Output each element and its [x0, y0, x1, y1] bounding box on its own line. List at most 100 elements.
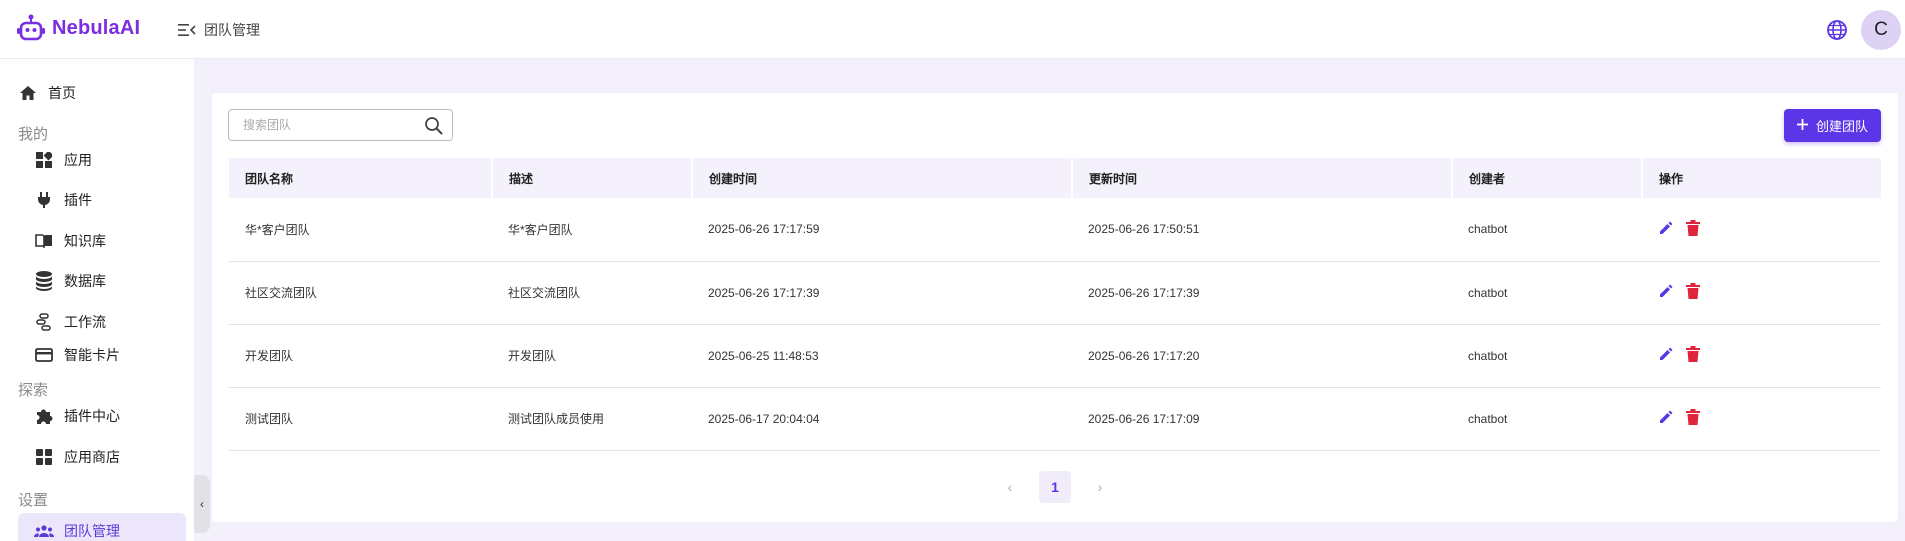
updated-time-cell: 2025-06-26 17:17:20 — [1072, 324, 1452, 388]
delete-icon[interactable] — [1686, 346, 1700, 365]
home-icon — [18, 83, 38, 103]
description-cell: 社区交流团队 — [492, 261, 692, 325]
table-row: 社区交流团队 社区交流团队 2025-06-26 17:17:39 2025-0… — [229, 261, 1881, 325]
brand-logo[interactable]: NebulaAI — [16, 13, 140, 43]
sidebar-group-settings: 设置 — [18, 492, 49, 509]
search-input[interactable] — [229, 110, 409, 140]
puzzle-icon — [34, 406, 54, 426]
delete-icon[interactable] — [1686, 409, 1700, 428]
actions-cell — [1642, 324, 1881, 388]
sidebar-item-plugins[interactable]: 插件 — [34, 190, 92, 210]
sidebar-item-label: 工作流 — [64, 314, 106, 330]
brand-name: NebulaAI — [52, 16, 141, 39]
avatar[interactable]: C — [1861, 10, 1901, 50]
team-list-card: 创建团队 团队名称 描述 创建时间 更新时间 创建者 操作 华*客户团队 华*客… — [212, 93, 1898, 522]
table-row: 华*客户团队 华*客户团队 2025-06-26 17:17:59 2025-0… — [229, 198, 1881, 262]
created-time-cell: 2025-06-26 17:17:39 — [692, 261, 1072, 325]
column-header-creator: 创建者 — [1452, 158, 1643, 198]
sidebar-item-apps[interactable]: 应用 — [34, 150, 92, 170]
chevron-right-icon[interactable]: › — [1091, 479, 1109, 495]
search-icon[interactable] — [424, 116, 444, 141]
sidebar-item-label: 应用 — [64, 152, 92, 168]
book-icon — [34, 231, 54, 251]
team-name-cell: 开发团队 — [229, 324, 492, 388]
database-icon — [34, 271, 54, 291]
sidebar-item-knowledge[interactable]: 知识库 — [34, 231, 106, 251]
column-header-actions: 操作 — [1642, 158, 1881, 198]
chevron-left-icon[interactable]: ‹ — [1001, 479, 1019, 495]
sidebar-item-plugin-center[interactable]: 插件中心 — [34, 406, 120, 426]
updated-time-cell: 2025-06-26 17:50:51 — [1072, 198, 1452, 262]
sidebar-item-label: 插件中心 — [64, 408, 120, 424]
table-header-row: 团队名称 描述 创建时间 更新时间 创建者 操作 — [229, 158, 1881, 198]
sidebar-item-workflow[interactable]: 工作流 — [34, 312, 106, 332]
language-switch[interactable] — [1826, 19, 1848, 46]
team-name-cell: 华*客户团队 — [229, 198, 492, 262]
description-cell: 华*客户团队 — [492, 198, 692, 262]
description-cell: 测试团队成员使用 — [492, 387, 692, 451]
actions-cell — [1642, 387, 1881, 451]
chevron-left-icon: ‹ — [200, 497, 204, 511]
top-bar: NebulaAI 团队管理 C — [0, 0, 1905, 59]
workflow-icon — [34, 312, 54, 332]
page-button-current[interactable]: 1 — [1039, 471, 1071, 503]
sidebar-item-label: 团队管理 — [64, 523, 120, 539]
grid-icon — [34, 447, 54, 467]
column-header-description: 描述 — [492, 158, 693, 198]
team-name-cell: 社区交流团队 — [229, 261, 492, 325]
sidebar-item-label: 智能卡片 — [64, 347, 120, 363]
plug-icon — [34, 190, 54, 210]
sidebar-item-database[interactable]: 数据库 — [34, 271, 106, 291]
edit-icon[interactable] — [1658, 409, 1674, 428]
creator-cell: chatbot — [1452, 387, 1642, 451]
table-row: 开发团队 开发团队 2025-06-25 11:48:53 2025-06-26… — [229, 324, 1881, 388]
team-name-cell: 测试团队 — [229, 387, 492, 451]
sidebar-item-label: 插件 — [64, 192, 92, 208]
sidebar-item-label: 知识库 — [64, 233, 106, 249]
updated-time-cell: 2025-06-26 17:17:39 — [1072, 261, 1452, 325]
actions-cell — [1642, 261, 1881, 325]
search-box[interactable] — [228, 109, 453, 141]
create-team-button[interactable]: 创建团队 — [1784, 109, 1881, 142]
sidebar-item-label: 数据库 — [64, 273, 106, 289]
breadcrumb: 团队管理 — [204, 22, 260, 38]
apps-icon — [34, 150, 54, 170]
globe-icon[interactable] — [1826, 19, 1848, 41]
sidebar-collapse-button[interactable]: ‹ — [194, 475, 210, 533]
sidebar-item-label: 首页 — [48, 85, 76, 101]
creator-cell: chatbot — [1452, 324, 1642, 388]
sidebar-group-mine: 我的 — [18, 126, 49, 143]
column-header-name: 团队名称 — [229, 158, 493, 198]
robot-logo-icon — [17, 14, 45, 41]
sidebar-item-label: 应用商店 — [64, 449, 120, 465]
creator-cell: chatbot — [1452, 261, 1642, 325]
sidebar-item-smart-card[interactable]: 智能卡片 — [34, 345, 120, 365]
actions-cell — [1642, 198, 1881, 262]
plus-icon — [1796, 118, 1808, 133]
menu-collapse-icon[interactable] — [178, 23, 196, 37]
edit-icon[interactable] — [1658, 346, 1674, 365]
pagination: ‹ 1 › — [212, 471, 1898, 503]
creator-cell: chatbot — [1452, 198, 1642, 262]
sidebar-item-home[interactable]: 首页 — [18, 83, 76, 103]
created-time-cell: 2025-06-25 11:48:53 — [692, 324, 1072, 388]
sidebar-item-team-management[interactable]: 团队管理 — [34, 521, 120, 541]
column-header-updated: 更新时间 — [1072, 158, 1453, 198]
team-table: 团队名称 描述 创建时间 更新时间 创建者 操作 华*客户团队 华*客户团队 2… — [229, 158, 1881, 451]
card-icon — [34, 345, 54, 365]
delete-icon[interactable] — [1686, 283, 1700, 302]
sidebar-item-app-store[interactable]: 应用商店 — [34, 447, 120, 467]
delete-icon[interactable] — [1686, 219, 1700, 239]
edit-icon[interactable] — [1658, 283, 1674, 302]
description-cell: 开发团队 — [492, 324, 692, 388]
created-time-cell: 2025-06-26 17:17:59 — [692, 198, 1072, 262]
create-team-label: 创建团队 — [1815, 119, 1868, 134]
sidebar: 首页 我的 应用 插件 知识库 数据库 工作流 智能卡片 探索 插件中心 应用商… — [0, 59, 194, 541]
sidebar-group-explore: 探索 — [18, 382, 49, 399]
created-time-cell: 2025-06-17 20:04:04 — [692, 387, 1072, 451]
edit-icon[interactable] — [1658, 220, 1674, 239]
updated-time-cell: 2025-06-26 17:17:09 — [1072, 387, 1452, 451]
table-row: 测试团队 测试团队成员使用 2025-06-17 20:04:04 2025-0… — [229, 387, 1881, 451]
column-header-created: 创建时间 — [692, 158, 1073, 198]
sidebar-toggle[interactable]: 团队管理 — [178, 20, 260, 40]
